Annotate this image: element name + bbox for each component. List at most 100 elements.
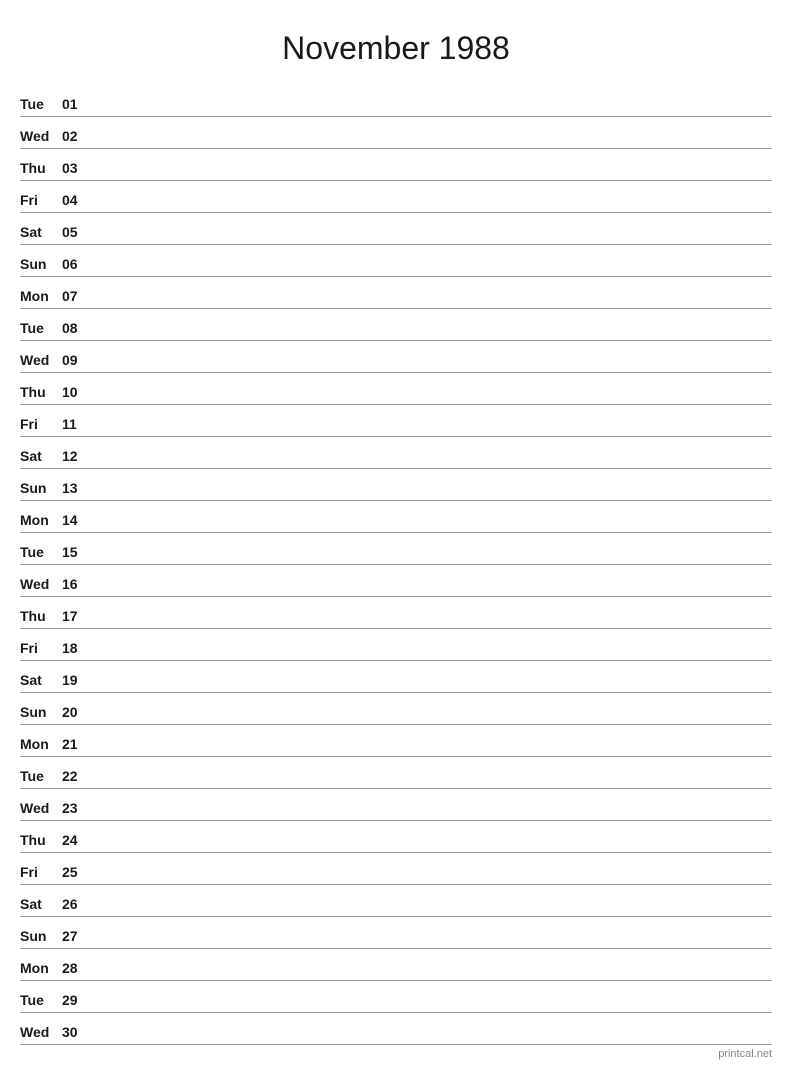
- day-number: 12: [62, 448, 92, 466]
- day-name: Sun: [20, 704, 62, 722]
- day-line: [92, 337, 772, 338]
- day-name: Wed: [20, 128, 62, 146]
- day-line: [92, 241, 772, 242]
- day-number: 19: [62, 672, 92, 690]
- calendar-rows: Tue01Wed02Thu03Fri04Sat05Sun06Mon07Tue08…: [20, 85, 772, 1045]
- day-name: Thu: [20, 832, 62, 850]
- day-name: Mon: [20, 288, 62, 306]
- table-row: Sun20: [20, 693, 772, 725]
- day-number: 10: [62, 384, 92, 402]
- day-name: Thu: [20, 160, 62, 178]
- table-row: Sun13: [20, 469, 772, 501]
- day-line: [92, 689, 772, 690]
- day-number: 03: [62, 160, 92, 178]
- table-row: Tue29: [20, 981, 772, 1013]
- table-row: Sat05: [20, 213, 772, 245]
- day-number: 15: [62, 544, 92, 562]
- day-number: 11: [62, 416, 92, 434]
- table-row: Fri11: [20, 405, 772, 437]
- day-number: 01: [62, 96, 92, 114]
- table-row: Sat12: [20, 437, 772, 469]
- table-row: Tue08: [20, 309, 772, 341]
- day-name: Sun: [20, 480, 62, 498]
- day-line: [92, 625, 772, 626]
- day-name: Fri: [20, 640, 62, 658]
- day-name: Wed: [20, 800, 62, 818]
- day-name: Thu: [20, 608, 62, 626]
- day-name: Fri: [20, 864, 62, 882]
- table-row: Wed23: [20, 789, 772, 821]
- day-name: Tue: [20, 768, 62, 786]
- day-name: Fri: [20, 416, 62, 434]
- day-line: [92, 657, 772, 658]
- table-row: Wed02: [20, 117, 772, 149]
- day-number: 16: [62, 576, 92, 594]
- page-title: November 1988: [20, 30, 772, 67]
- day-name: Fri: [20, 192, 62, 210]
- table-row: Tue01: [20, 85, 772, 117]
- table-row: Thu24: [20, 821, 772, 853]
- day-line: [92, 465, 772, 466]
- page: November 1988 Tue01Wed02Thu03Fri04Sat05S…: [0, 0, 792, 1075]
- table-row: Tue22: [20, 757, 772, 789]
- day-line: [92, 913, 772, 914]
- day-line: [92, 785, 772, 786]
- day-number: 09: [62, 352, 92, 370]
- table-row: Thu17: [20, 597, 772, 629]
- day-line: [92, 209, 772, 210]
- day-name: Sat: [20, 224, 62, 242]
- day-name: Wed: [20, 576, 62, 594]
- day-name: Sun: [20, 928, 62, 946]
- day-name: Tue: [20, 544, 62, 562]
- day-line: [92, 881, 772, 882]
- day-name: Sat: [20, 448, 62, 466]
- table-row: Fri04: [20, 181, 772, 213]
- table-row: Sat19: [20, 661, 772, 693]
- day-number: 06: [62, 256, 92, 274]
- table-row: Fri18: [20, 629, 772, 661]
- day-number: 25: [62, 864, 92, 882]
- table-row: Wed30: [20, 1013, 772, 1045]
- table-row: Thu03: [20, 149, 772, 181]
- day-line: [92, 849, 772, 850]
- table-row: Mon07: [20, 277, 772, 309]
- day-number: 18: [62, 640, 92, 658]
- day-number: 27: [62, 928, 92, 946]
- table-row: Fri25: [20, 853, 772, 885]
- day-name: Mon: [20, 960, 62, 978]
- day-line: [92, 593, 772, 594]
- table-row: Sun06: [20, 245, 772, 277]
- day-line: [92, 721, 772, 722]
- day-number: 14: [62, 512, 92, 530]
- day-name: Tue: [20, 992, 62, 1010]
- table-row: Mon14: [20, 501, 772, 533]
- day-line: [92, 1041, 772, 1042]
- day-number: 23: [62, 800, 92, 818]
- day-number: 29: [62, 992, 92, 1010]
- day-number: 02: [62, 128, 92, 146]
- day-number: 24: [62, 832, 92, 850]
- day-line: [92, 177, 772, 178]
- table-row: Sat26: [20, 885, 772, 917]
- day-number: 07: [62, 288, 92, 306]
- day-number: 20: [62, 704, 92, 722]
- watermark: printcal.net: [718, 1048, 772, 1060]
- day-line: [92, 561, 772, 562]
- day-name: Tue: [20, 320, 62, 338]
- day-line: [92, 977, 772, 978]
- day-line: [92, 529, 772, 530]
- day-name: Mon: [20, 512, 62, 530]
- table-row: Sun27: [20, 917, 772, 949]
- day-name: Sun: [20, 256, 62, 274]
- day-number: 26: [62, 896, 92, 914]
- day-line: [92, 497, 772, 498]
- day-line: [92, 113, 772, 114]
- day-line: [92, 753, 772, 754]
- day-number: 08: [62, 320, 92, 338]
- day-number: 05: [62, 224, 92, 242]
- day-name: Wed: [20, 1024, 62, 1042]
- day-number: 30: [62, 1024, 92, 1042]
- table-row: Mon28: [20, 949, 772, 981]
- day-line: [92, 273, 772, 274]
- day-name: Thu: [20, 384, 62, 402]
